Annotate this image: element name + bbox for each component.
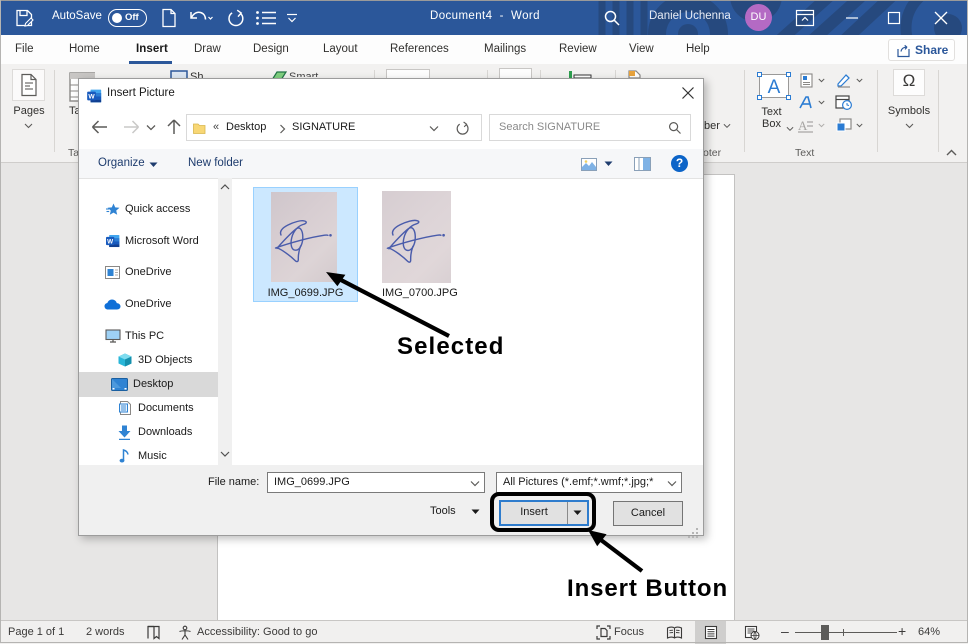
svg-text:A: A xyxy=(768,77,781,98)
svg-text:W: W xyxy=(107,239,113,246)
svg-text:A: A xyxy=(798,118,808,133)
svg-text:W: W xyxy=(88,94,95,101)
